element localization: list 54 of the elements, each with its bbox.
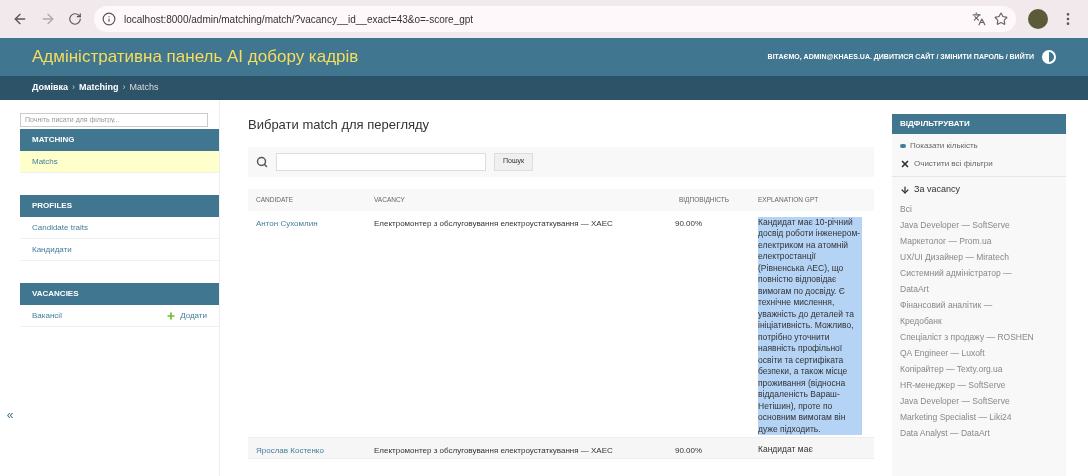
sidebar-item[interactable]: Вакансії Додати	[20, 305, 219, 327]
clear-filters-link[interactable]: Очистити всі фільтри	[900, 158, 1058, 170]
filter-option[interactable]: Маркетолог — Prom.ua	[900, 232, 1036, 249]
translate-icon[interactable]	[972, 12, 986, 26]
filter-option[interactable]: Спеціаліст з продажу — ROSHEN	[900, 328, 1036, 345]
sidebar-section-header: VACANCIES	[20, 283, 219, 305]
bookmark-star-icon[interactable]	[994, 12, 1008, 26]
theme-toggle-icon[interactable]	[1042, 50, 1056, 64]
breadcrumb-link[interactable]: Matching	[79, 81, 119, 95]
filter-header: ВІДФІЛЬТРУВАТИ	[892, 114, 1066, 134]
filter-option[interactable]: Marketing Specialist — Liki24	[900, 408, 1036, 425]
back-icon[interactable]	[12, 11, 28, 27]
filter-option[interactable]: Системний адміністратор — DataArt	[900, 264, 1036, 297]
explanation-text: Кандидат має	[758, 444, 814, 456]
filter-group-title[interactable]: За vacancy	[900, 183, 1058, 197]
show-counts-link[interactable]: Показати кількість	[900, 140, 1058, 152]
info-icon[interactable]	[102, 12, 116, 26]
plus-icon	[166, 310, 177, 321]
add-link[interactable]: Додати	[166, 309, 207, 322]
site-title[interactable]: Адміністративна панель AI добору кадрів	[32, 44, 359, 70]
table-cell: 90.00%	[670, 210, 750, 438]
page-title: Вибрати match для перегляду	[248, 116, 431, 134]
filter-option[interactable]: Всі	[900, 200, 1036, 217]
filter-option[interactable]: UX/UI Дизайнер — Miratech	[900, 248, 1036, 265]
candidate-link[interactable]: Антон Сухомлин	[248, 210, 366, 438]
sidebar-item[interactable]: Matchs	[20, 151, 219, 173]
close-icon	[900, 159, 910, 169]
filter-option[interactable]: Java Developer — SoftServe	[900, 216, 1036, 233]
search-icon	[256, 155, 268, 168]
reload-icon[interactable]	[68, 12, 82, 26]
filter-option[interactable]: Java Developer — SoftServe	[900, 392, 1036, 409]
sidebar-item[interactable]: Кандидати	[20, 239, 219, 261]
address-bar[interactable]: localhost:8000/admin/matching/match/?vacancy__id__exact=43&o=-score_gpt	[94, 6, 1016, 32]
table-cell: Електромонтер з обслуговування електроустаткування — ХАЕС	[366, 437, 671, 458]
filter-option[interactable]: QA Engineer — Luxoft	[900, 344, 1036, 361]
profile-avatar[interactable]	[1028, 9, 1048, 29]
table-cell: Електромонтер з обслуговування електроустаткування — ХАЕС	[366, 210, 671, 438]
filter-option[interactable]: HR-менеджер — SoftServe	[900, 376, 1036, 393]
breadcrumb-link[interactable]: Домівка	[32, 81, 69, 95]
filter-option[interactable]: Копірайтер — Texty.org.ua	[900, 360, 1036, 377]
collapse-sidebar-toggle[interactable]: «	[6, 406, 14, 424]
breadcrumb-separator: ›	[122, 81, 126, 95]
url-text: localhost:8000/admin/matching/match/?vacancy__id__exact=43&o=-score_gpt	[124, 12, 474, 27]
sidebar-section-header: MATCHING	[20, 129, 219, 151]
candidate-link[interactable]: Ярослав Костенко	[248, 437, 366, 458]
filter-option[interactable]: Фінансовий аналітик — Кредобанк	[900, 296, 1036, 329]
breadcrumb-separator: ›	[72, 81, 76, 95]
filter-option[interactable]: Data Analyst — DataArt	[900, 424, 1036, 441]
sidebar-item[interactable]: Candidate traits	[20, 217, 219, 239]
table-cell: 90.00%	[670, 437, 750, 458]
arrow-down-icon	[900, 184, 910, 195]
search-field[interactable]	[276, 152, 486, 171]
explanation-text: Кандидат має 10-річний досвід роботи інженером-електриком на атомній електростанції (Рівненська АЕС), що повністю відповідає вимогам по досвіду. Є технічне мислення, уважність до деталей та ініціативність. Можливо, потрібно уточнити наявність профільної освіти та сертифіката безпеки, а також місце проживання (відносна віддаленість Вараш-Нетішин), проте по основним вимогам він дуже підходить.	[758, 216, 862, 435]
sidebar-section-header: PROFILES	[20, 195, 219, 217]
